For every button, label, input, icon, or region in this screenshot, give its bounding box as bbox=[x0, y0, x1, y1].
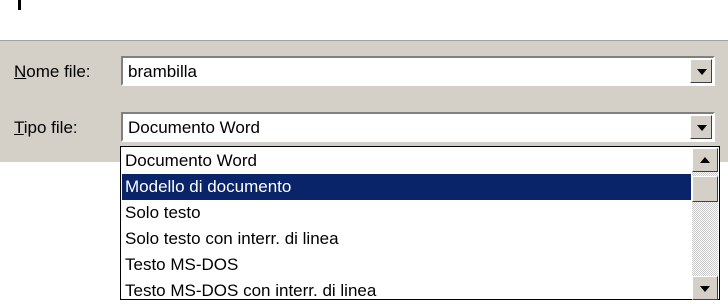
file-name-dropdown-button[interactable] bbox=[690, 59, 712, 83]
file-type-option[interactable]: Solo testo bbox=[122, 200, 691, 226]
cursor-mark bbox=[18, 0, 21, 10]
file-type-combobox[interactable]: Documento Word bbox=[121, 112, 715, 142]
file-type-value: Documento Word bbox=[128, 118, 260, 137]
scroll-down-icon bbox=[700, 286, 710, 292]
file-type-label: Tipo file: bbox=[14, 118, 78, 137]
scroll-up-button[interactable] bbox=[692, 148, 718, 172]
scroll-up-icon bbox=[700, 157, 710, 163]
file-type-options: Documento Word Modello di documento Solo… bbox=[122, 148, 691, 300]
scroll-thumb[interactable] bbox=[692, 176, 718, 202]
file-name-combobox[interactable]: brambilla bbox=[121, 56, 715, 86]
file-type-option[interactable]: Testo MS-DOS bbox=[122, 252, 691, 278]
file-browser-area bbox=[0, 0, 728, 41]
file-type-option[interactable]: Documento Word bbox=[122, 148, 691, 174]
file-type-dropdown-list[interactable]: Documento Word Modello di documento Solo… bbox=[120, 146, 720, 300]
file-type-option[interactable]: Testo MS-DOS con interr. di linea bbox=[122, 278, 691, 304]
scroll-down-button[interactable] bbox=[692, 276, 718, 300]
file-type-option-selected[interactable]: Modello di documento bbox=[122, 174, 691, 200]
file-type-dropdown-button[interactable] bbox=[690, 115, 712, 139]
chevron-down-icon bbox=[697, 69, 707, 75]
save-dialog: Nome file: brambilla Tipo file: Document… bbox=[0, 0, 728, 162]
file-name-input[interactable]: brambilla bbox=[128, 62, 197, 82]
vertical-scrollbar[interactable] bbox=[692, 148, 718, 300]
file-name-label: Nome file: bbox=[14, 62, 91, 81]
chevron-down-icon bbox=[697, 125, 707, 131]
file-type-option[interactable]: Solo testo con interr. di linea bbox=[122, 226, 691, 252]
